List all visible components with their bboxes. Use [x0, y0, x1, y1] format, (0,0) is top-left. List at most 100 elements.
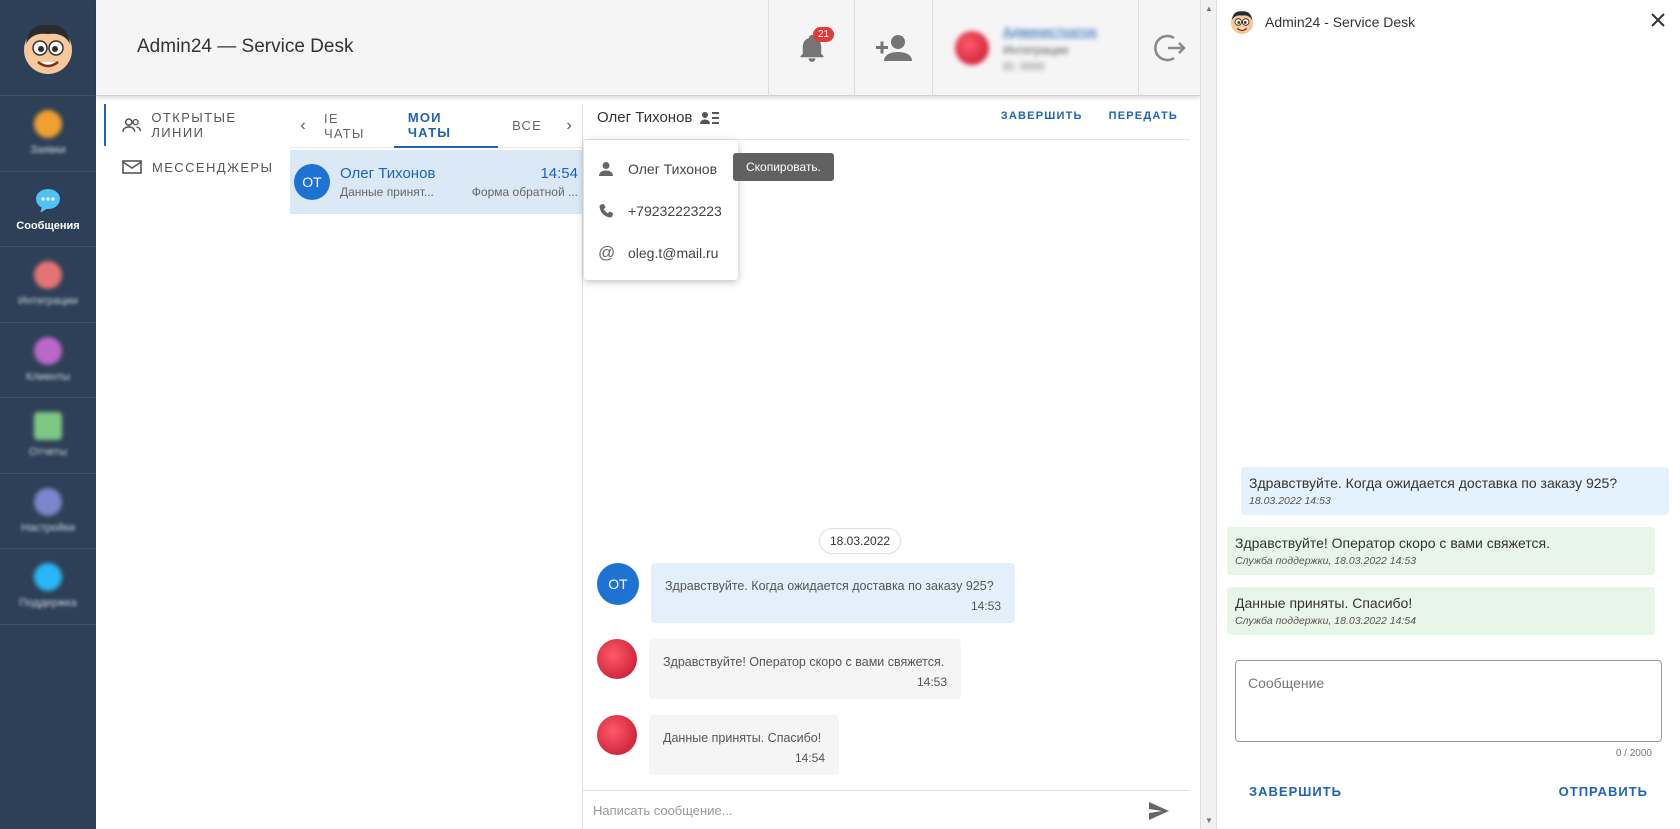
- sidebar-item-settings[interactable]: Настройки: [0, 474, 96, 549]
- people-outline-icon: [122, 118, 142, 132]
- widget-message-operator: Здравствуйте! Оператор скоро с вами свяж…: [1227, 527, 1655, 575]
- message-meta: 18.03.2022 14:53: [1249, 495, 1331, 507]
- top-header: Admin24 — Service Desk 21 Администратор …: [96, 0, 1200, 96]
- finish-chat-button[interactable]: ЗАВЕРШИТЬ: [1001, 110, 1083, 122]
- notifications-button[interactable]: 21: [768, 0, 854, 96]
- message-time: 14:53: [916, 675, 947, 689]
- nav-item-messengers[interactable]: Мессенджеры: [104, 146, 290, 188]
- widget-message-input[interactable]: Сообщение: [1235, 660, 1662, 742]
- sidebar-item-integrations[interactable]: Интеграции: [0, 247, 96, 323]
- contact-name: Олег Тихонов: [628, 161, 718, 177]
- tabs-next-arrow[interactable]: ›: [556, 117, 582, 135]
- contact-card-icon[interactable]: [700, 110, 720, 126]
- nav-item-label: Мессенджеры: [152, 159, 274, 175]
- people-icon: [34, 336, 62, 365]
- chat-time: 14:54: [540, 165, 578, 182]
- nav-item-label: Открытые линии: [151, 110, 237, 140]
- widget-send-button[interactable]: ОТПРАВИТЬ: [1559, 784, 1648, 799]
- avatar: ОТ: [597, 563, 639, 605]
- message-meta: Служба поддержки, 18.03.2022 14:53: [1235, 555, 1417, 567]
- sidebar-item-support[interactable]: Поддержка: [0, 549, 96, 625]
- tabs-prev-arrow[interactable]: ‹: [290, 117, 316, 135]
- sidebar-item-label: Настройки: [21, 521, 75, 534]
- nav-item-open-lines[interactable]: Открытые линии: [104, 104, 290, 146]
- message-operator: Здравствуйте! Оператор скоро с вами свяж…: [597, 639, 961, 699]
- user-role: Интеграции: [1003, 42, 1069, 57]
- list-item[interactable]: ОТ Олег Тихонов 14:54 Данные принят... Ф…: [290, 150, 582, 214]
- add-person-icon: [875, 35, 912, 61]
- sidebar-item-reports[interactable]: Отчеты: [0, 398, 96, 474]
- message-text: Данные приняты. Спасибо!: [1235, 595, 1413, 611]
- widget-message-operator: Данные приняты. Спасибо! Служба поддержк…: [1227, 587, 1655, 635]
- chat-contact-name: Олег Тихонов: [340, 165, 436, 182]
- message-client: ОТ Здравствуйте. Когда ожидается доставк…: [597, 563, 1015, 623]
- avatar: ОТ: [294, 164, 330, 200]
- message-text: Здравствуйте! Оператор скоро с вами свяж…: [663, 655, 945, 669]
- message-meta: Служба поддержки, 18.03.2022 14:54: [1235, 615, 1417, 627]
- chat-list-panel: ‹ IE ЧАТЫ МОИ ЧАТЫ ВСЕ › ОТ Олег Тихонов…: [290, 104, 583, 829]
- widget-message-client: Здравствуйте. Когда ожидается доставка п…: [1241, 467, 1669, 515]
- mascot-face-icon: [24, 24, 72, 74]
- sidebar-item-label: Клиенты: [25, 370, 71, 383]
- support-icon: [34, 563, 62, 592]
- close-icon[interactable]: [1650, 12, 1666, 28]
- report-icon: [34, 412, 62, 441]
- widget-title: Admin24 - Service Desk: [1265, 14, 1416, 30]
- page-title: Admin24 — Service Desk: [137, 36, 354, 57]
- transfer-chat-button[interactable]: ПЕРЕДАТЬ: [1109, 110, 1178, 122]
- sidebar-item-clients[interactable]: Клиенты: [0, 323, 96, 398]
- app-logo[interactable]: [0, 0, 96, 96]
- puzzle-icon: [34, 261, 62, 290]
- conversation-header: Олег Тихонов ЗАВЕРШИТЬ ПЕРЕДАТЬ: [583, 96, 1190, 140]
- message-input[interactable]: Написать сообщение...: [583, 790, 1190, 829]
- sidebar-item-requests[interactable]: Заявки: [0, 96, 96, 172]
- tab-all[interactable]: ВСЕ: [498, 104, 556, 148]
- message-text: Здравствуйте. Когда ожидается доставка п…: [1249, 475, 1618, 491]
- add-user-button[interactable]: [854, 0, 932, 96]
- contact-email: oleg.t@mail.ru: [628, 245, 719, 261]
- message-text: Данные приняты. Спасибо!: [663, 731, 822, 745]
- user-name: Администратор: [1003, 23, 1097, 39]
- tab-other-chats[interactable]: IE ЧАТЫ: [316, 104, 394, 148]
- chat-bubbles-icon: [36, 188, 60, 213]
- sidebar-item-label: Поддержка: [19, 597, 77, 610]
- message-time: 14:54: [794, 751, 825, 765]
- send-icon[interactable]: [1148, 801, 1170, 821]
- user-avatar: [955, 31, 989, 65]
- date-divider: 18.03.2022: [819, 528, 902, 554]
- message-time: 14:53: [970, 599, 1001, 613]
- lines-nav: Открытые линии Мессенджеры: [104, 104, 290, 188]
- sidebar-item-label: Интеграции: [18, 295, 78, 308]
- copy-tooltip: Скопировать.: [733, 153, 835, 181]
- sidebar-item-label: Сообщения: [16, 219, 80, 232]
- chat-source: Форма обратной ...: [471, 185, 578, 199]
- operator-avatar: [597, 639, 637, 679]
- widget-finish-button[interactable]: ЗАВЕРШИТЬ: [1249, 784, 1342, 799]
- contact-email-row[interactable]: @ oleg.t@mail.ru: [584, 232, 738, 274]
- message-text: Здравствуйте. Когда ожидается доставка п…: [665, 579, 994, 593]
- main-sidebar: Заявки Сообщения Интеграции Клиенты Отче…: [0, 0, 96, 829]
- user-profile[interactable]: Администратор Интеграции ID: 0000: [932, 0, 1138, 96]
- mascot-face-icon: [1230, 11, 1254, 35]
- widget-header: Admin24 - Service Desk: [1217, 0, 1680, 44]
- message-text: Здравствуйте! Оператор скоро с вами свяж…: [1235, 535, 1550, 551]
- logout-button[interactable]: [1138, 0, 1200, 96]
- logout-icon: [1153, 34, 1186, 62]
- megaphone-icon: [34, 110, 62, 139]
- user-id: ID: 0000: [1003, 60, 1045, 73]
- gear-icon: [34, 487, 62, 516]
- chat-tabs: ‹ IE ЧАТЫ МОИ ЧАТЫ ВСЕ ›: [290, 104, 582, 148]
- page-scrollbar[interactable]: ▲ ▼: [1200, 0, 1216, 829]
- operator-avatar: [597, 715, 637, 755]
- mail-icon: [122, 160, 142, 174]
- sidebar-item-messages[interactable]: Сообщения: [0, 172, 96, 247]
- contact-popup: Олег Тихонов +79232223223 @ oleg.t@mail.…: [584, 140, 738, 280]
- scroll-down-arrow[interactable]: ▼: [1205, 816, 1213, 825]
- tab-my-chats[interactable]: МОИ ЧАТЫ: [393, 104, 499, 148]
- message-input-placeholder: Написать сообщение...: [593, 802, 733, 818]
- person-icon: [599, 162, 613, 176]
- contact-phone-row[interactable]: +79232223223: [584, 190, 738, 232]
- scroll-up-arrow[interactable]: ▲: [1205, 4, 1213, 13]
- contact-name-row[interactable]: Олег Тихонов: [584, 148, 738, 190]
- chat-preview: Данные принят...: [340, 185, 434, 199]
